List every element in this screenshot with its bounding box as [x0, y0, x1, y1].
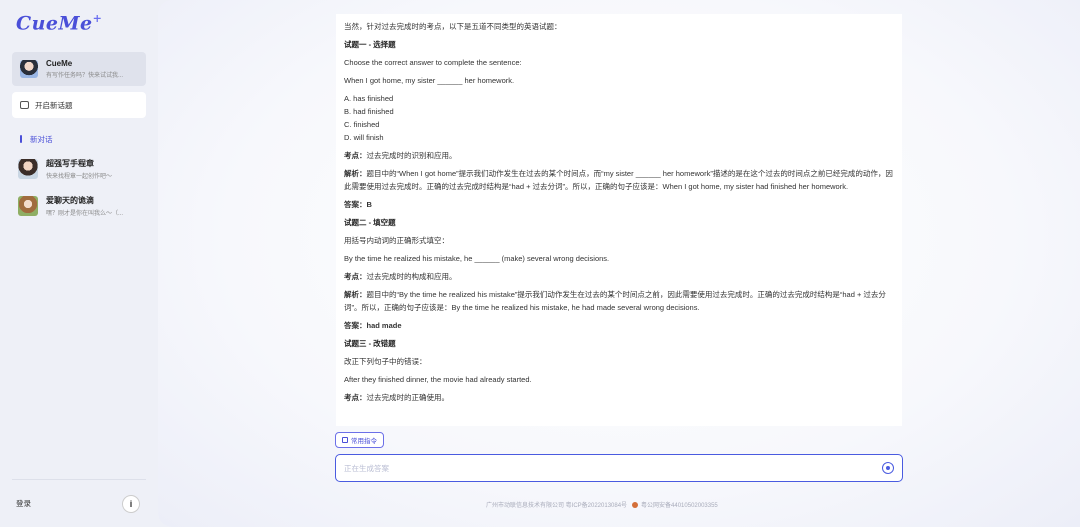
question-prompt: Choose the correct answer to complete th… [344, 58, 522, 67]
avatar [18, 159, 38, 179]
agent-subtitle: 有写作任务吗？快来试试我... [46, 73, 124, 79]
question-sentence: By the time he realized his mistake, he … [344, 254, 610, 263]
agent-avatar [20, 60, 38, 78]
question-title: 试题二 - 填空题 [344, 218, 396, 227]
police-badge-icon [632, 501, 639, 508]
agent-card-cueme[interactable]: CueMe 有写作任务吗？快来试试我... [12, 52, 146, 86]
main-panel: 当然，针对过去完成时的考点，以下是五道不同类型的英语试题： 试题一 - 选择题 … [158, 0, 1080, 527]
command-icon [342, 437, 348, 443]
login-link[interactable]: 登录 [16, 498, 31, 509]
option: C. finished [344, 120, 380, 129]
exam-point: 考点：过去完成时的构成和应用。 [344, 272, 457, 281]
police-record[interactable]: 粤公网安备44010502003355 [641, 500, 718, 509]
question-prompt: 用括号内动词的正确形式填空： [344, 236, 449, 245]
answer: 答案：had made [344, 321, 402, 330]
new-topic-button[interactable]: 开启新话题 [12, 92, 146, 118]
common-commands-label: 常用指令 [351, 438, 377, 445]
exam-point: 考点：过去完成时的正确使用。 [344, 393, 449, 402]
sidebar-item-new-conversation[interactable]: 新对话 [12, 132, 146, 146]
new-topic-label: 开启新话题 [35, 100, 73, 110]
intro-text: 当然，针对过去完成时的考点，以下是五道不同类型的英语试题： [344, 22, 562, 31]
common-commands-button[interactable]: 常用指令 [335, 432, 384, 448]
analysis: 解析：题目中的“When I got home”提示我们动作发生在过去的某个时间… [344, 169, 893, 191]
analysis: 解析：题目中的“By the time he realized his mist… [344, 290, 886, 312]
conversation-title: 超强写手程章 [46, 159, 94, 168]
option: A. has finished [344, 94, 394, 103]
option: D. will finish [344, 133, 384, 142]
active-indicator [20, 135, 22, 143]
agent-title: CueMe [46, 59, 73, 68]
info-icon[interactable]: i [122, 494, 140, 513]
option-list: A. has finished B. had finished C. finis… [344, 92, 894, 144]
question-prompt: 改正下列句子中的错误： [344, 357, 427, 366]
send-icon[interactable] [882, 462, 894, 474]
chat-bubble-icon [20, 101, 29, 109]
answer: 答案：B [344, 200, 372, 209]
chat-input[interactable] [344, 463, 882, 473]
question-sentence: After they finished dinner, the movie ha… [344, 375, 532, 384]
icp-record[interactable]: 广州市动联信息技术有限公司 粤ICP备2022013084号 [486, 500, 627, 509]
sidebar: CueMe+ CueMe 有写作任务吗？快来试试我... 开启新话题 新对话 超… [0, 0, 158, 527]
section-label-text: 新对话 [30, 134, 53, 144]
sidebar-footer: 登录 i [12, 479, 146, 527]
conversation-item[interactable]: 超强写手程章 快来找程章一起创作吧～ [12, 156, 146, 182]
avatar [18, 196, 38, 216]
conversation-list: 超强写手程章 快来找程章一起创作吧～ 爱聊天的诡滴 嘿？刚才是你在叫我么～（..… [12, 156, 146, 219]
conversation-item[interactable]: 爱聊天的诡滴 嘿？刚才是你在叫我么～（... [12, 193, 146, 219]
question-title: 试题一 - 选择题 [344, 40, 396, 49]
cueme-logo[interactable]: CueMe+ [16, 12, 146, 36]
chat-message: 当然，针对过去完成时的考点，以下是五道不同类型的英语试题： 试题一 - 选择题 … [336, 14, 902, 426]
question-sentence: When I got home, my sister ______ her ho… [344, 76, 515, 85]
site-footer: 广州市动联信息技术有限公司 粤ICP备2022013084号 粤公网安备4401… [486, 500, 718, 509]
conversation-subtitle: 快来找程章一起创作吧～ [46, 174, 113, 180]
exam-point: 考点：过去完成时的识别和应用。 [344, 151, 457, 160]
chat-input-box [335, 454, 903, 482]
conversation-subtitle: 嘿？刚才是你在叫我么～（... [46, 211, 124, 217]
option: B. had finished [344, 107, 394, 116]
conversation-title: 爱聊天的诡滴 [46, 196, 94, 205]
question-title: 试题三 - 改错题 [344, 339, 396, 348]
